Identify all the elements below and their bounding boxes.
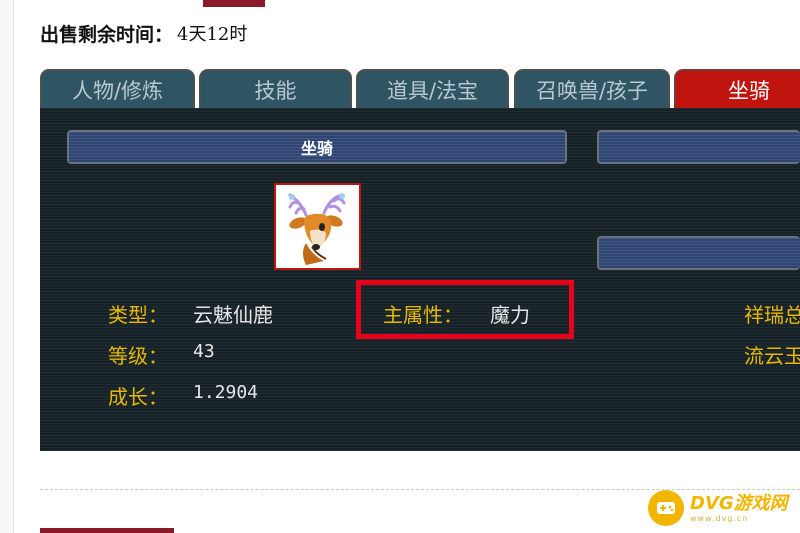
right-column-item-1: 祥瑞总 [744,303,800,327]
right-header-bar [597,130,800,164]
mount-header-title: 坐骑 [300,139,333,158]
tab-character[interactable]: 人物/修炼 [40,69,195,109]
sale-time-value: 4天12时 [177,24,248,45]
right-column-item-2: 流云玉 [744,344,800,368]
left-border [0,0,14,533]
mount-header-bar: 坐骑 [67,130,567,164]
level-label: 等级： [108,344,168,368]
type-value: 云魅仙鹿 [193,303,273,327]
top-accent-bar [203,0,265,7]
right-sub-bar [597,236,800,270]
tab-skills[interactable]: 技能 [199,69,352,109]
tab-items[interactable]: 道具/法宝 [356,69,509,109]
site-watermark: DVG游戏网 www.dvg.cn [648,489,788,527]
growth-label: 成长： [108,385,168,409]
level-value: 43 [193,341,215,362]
tab-pets[interactable]: 召唤兽/孩子 [514,69,670,109]
bottom-accent-bar [40,528,174,533]
tab-mount[interactable]: 坐骑 [674,69,800,109]
watermark-brand: DVG游戏网 [690,492,788,514]
main-attr-highlight-box [356,280,574,339]
watermark-url: www.dvg.cn [690,513,749,523]
sale-time-label: 出售剩余时间： [40,23,174,46]
type-label: 类型： [108,303,168,327]
growth-value: 1.2904 [193,382,259,403]
deer-mount-icon[interactable] [274,183,361,270]
sale-time-row: 出售剩余时间： 4天12时 [40,20,247,46]
gamepad-icon [648,490,684,526]
